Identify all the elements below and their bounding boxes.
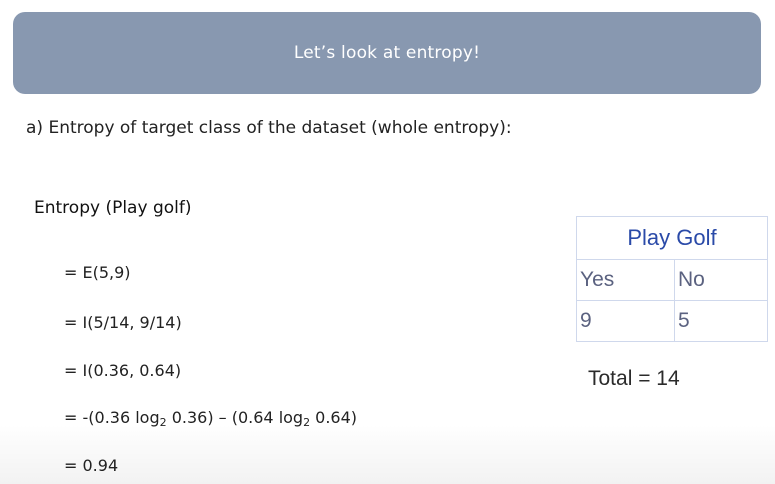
banner-title: Let’s look at entropy! [293,43,481,63]
table-cell-yes-label: Yes [576,259,675,301]
play-golf-table: Play Golf Yes No 9 5 [576,216,768,342]
table-row: Yes No [576,259,768,301]
entropy-heading: Entropy (Play golf) [34,198,192,218]
entropy-step-1: = E(5,9) [64,263,131,282]
table-row: 9 5 [576,300,768,342]
step4-mid: 0.36) – (0.64 log [166,408,304,427]
entropy-step-2: = I(5/14, 9/14) [64,313,182,332]
entropy-step-3: = I(0.36, 0.64) [64,361,182,380]
table-header: Play Golf [576,216,768,260]
total-count: Total = 14 [588,367,680,390]
title-banner: Let’s look at entropy! [13,12,761,94]
bottom-shadow [0,424,775,484]
section-subtitle: a) Entropy of target class of the datase… [26,118,512,138]
table-header-row: Play Golf [576,216,768,260]
table-cell-no-value: 5 [674,300,768,342]
step4-suffix: 0.64) [310,408,358,427]
entropy-step-4: = -(0.36 log2 0.36) – (0.64 log2 0.64) [64,408,358,429]
step4-subscript-a: 2 [159,416,167,429]
table-cell-no-label: No [674,259,768,301]
table-cell-yes-value: 9 [576,300,675,342]
entropy-step-5: = 0.94 [64,456,119,475]
step4-prefix: = -(0.36 log [64,408,160,427]
